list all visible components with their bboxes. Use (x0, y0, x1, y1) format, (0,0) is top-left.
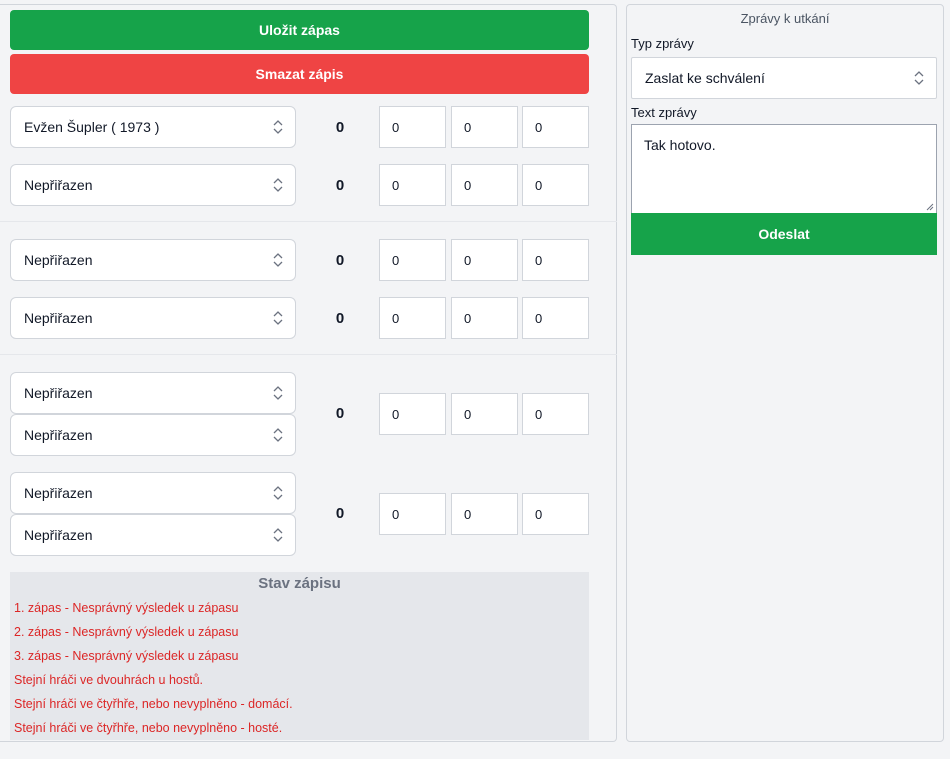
match-score: 0 (335, 310, 345, 327)
delete-record-button[interactable]: Smazat zápis (10, 54, 589, 94)
match-score: 0 (335, 119, 345, 136)
match-score: 0 (335, 505, 345, 522)
message-text-value: Tak hotovo. (644, 137, 716, 153)
divider (0, 221, 617, 222)
set-3-input[interactable]: 0 (522, 106, 589, 148)
message-text-label: Text zprávy (631, 105, 697, 120)
set-1-input[interactable]: 0 (379, 106, 446, 148)
chevron-updown-icon (273, 428, 283, 442)
message-type-select[interactable]: Zaslat ke schválení (631, 57, 937, 99)
chevron-updown-icon (273, 528, 283, 542)
player-select-doubles-home-2[interactable]: Nepřiřazen (10, 414, 296, 456)
status-error: Stejní hráči ve čtyřhře, nebo nevyplněno… (14, 697, 293, 711)
player-select-m2-guest[interactable]: Nepřiřazen (10, 297, 296, 339)
player-select-doubles-home-1[interactable]: Nepřiřazen (10, 372, 296, 414)
set-2-input[interactable]: 0 (451, 239, 518, 281)
set-1-input[interactable]: 0 (379, 164, 446, 206)
chevron-updown-icon (273, 253, 283, 267)
player-select-value: Nepřiřazen (24, 252, 93, 268)
chevron-updown-icon (273, 386, 283, 400)
divider (0, 354, 617, 355)
message-text-input[interactable]: Tak hotovo. (631, 124, 937, 214)
set-3-input[interactable]: 0 (522, 493, 589, 535)
send-message-button[interactable]: Odeslat (631, 213, 937, 255)
set-1-input[interactable]: 0 (379, 239, 446, 281)
match-messages-panel: Zprávy k utkání Typ zprávy Zaslat ke sch… (626, 4, 944, 742)
set-2-input[interactable]: 0 (451, 393, 518, 435)
player-select-m1-home[interactable]: Evžen Šupler ( 1973 ) (10, 106, 296, 148)
set-3-input[interactable]: 0 (522, 239, 589, 281)
match-entry-panel: Uložit zápas Smazat zápis Evžen Šupler (… (0, 4, 617, 742)
messages-title: Zprávy k utkání (740, 11, 830, 26)
player-select-m2-home[interactable]: Nepřiřazen (10, 239, 296, 281)
record-status-box: Stav zápisu 1. zápas - Nesprávný výslede… (10, 572, 589, 740)
status-error: 3. zápas - Nesprávný výsledek u zápasu (14, 649, 239, 663)
set-2-input[interactable]: 0 (451, 164, 518, 206)
status-error: Stejní hráči ve dvouhrách u hostů. (14, 673, 204, 687)
player-select-value: Nepřiřazen (24, 310, 93, 326)
chevron-updown-icon (914, 71, 924, 85)
set-2-input[interactable]: 0 (451, 493, 518, 535)
set-2-input[interactable]: 0 (451, 106, 518, 148)
player-select-value: Nepřiřazen (24, 385, 93, 401)
match-score: 0 (335, 405, 345, 422)
chevron-updown-icon (273, 178, 283, 192)
status-error: 1. zápas - Nesprávný výsledek u zápasu (14, 601, 239, 615)
player-select-value: Nepřiřazen (24, 177, 93, 193)
player-select-doubles-guest-1[interactable]: Nepřiřazen (10, 472, 296, 514)
set-1-input[interactable]: 0 (379, 297, 446, 339)
set-2-input[interactable]: 0 (451, 297, 518, 339)
status-error: Stejní hráči ve čtyřhře, nebo nevyplněno… (14, 721, 283, 735)
save-match-button[interactable]: Uložit zápas (10, 10, 589, 50)
message-type-value: Zaslat ke schválení (645, 70, 765, 86)
status-error: 2. zápas - Nesprávný výsledek u zápasu (14, 625, 239, 639)
set-1-input[interactable]: 0 (379, 493, 446, 535)
match-score: 0 (335, 252, 345, 269)
message-type-label: Typ zprávy (631, 36, 694, 51)
match-score: 0 (335, 177, 345, 194)
set-3-input[interactable]: 0 (522, 297, 589, 339)
chevron-updown-icon (273, 486, 283, 500)
status-title: Stav zápisu (258, 575, 341, 592)
resize-grip-icon[interactable] (926, 203, 934, 211)
player-select-value: Evžen Šupler ( 1973 ) (24, 119, 160, 135)
player-select-doubles-guest-2[interactable]: Nepřiřazen (10, 514, 296, 556)
set-3-input[interactable]: 0 (522, 164, 589, 206)
set-3-input[interactable]: 0 (522, 393, 589, 435)
player-select-value: Nepřiřazen (24, 527, 93, 543)
set-1-input[interactable]: 0 (379, 393, 446, 435)
player-select-value: Nepřiřazen (24, 427, 93, 443)
chevron-updown-icon (273, 311, 283, 325)
player-select-value: Nepřiřazen (24, 485, 93, 501)
chevron-updown-icon (273, 120, 283, 134)
player-select-m1-guest[interactable]: Nepřiřazen (10, 164, 296, 206)
